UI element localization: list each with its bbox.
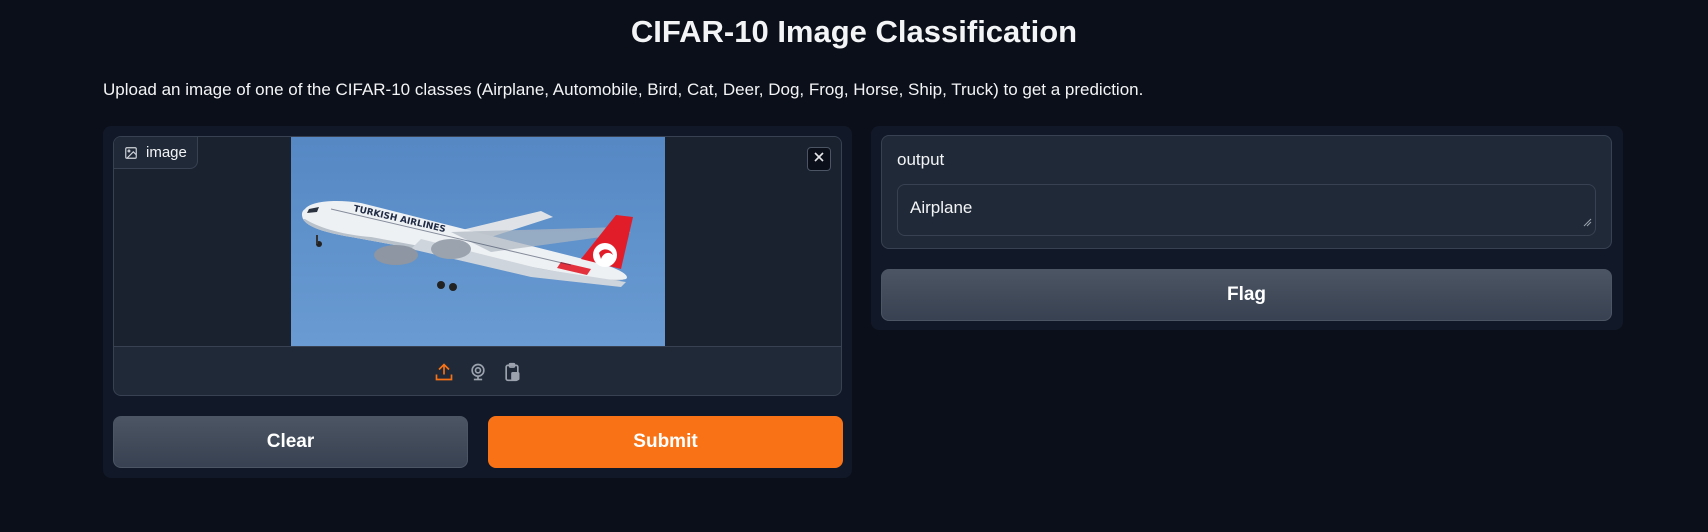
submit-button[interactable]: Submit — [488, 416, 843, 468]
image-input[interactable]: image TURKISH AIRLINES — [113, 136, 842, 396]
image-input-label: image — [114, 137, 198, 169]
resize-handle-icon[interactable] — [1583, 212, 1592, 232]
image-source-selector — [114, 346, 841, 395]
page-title: CIFAR-10 Image Classification — [630, 14, 1078, 49]
webcam-icon[interactable] — [467, 361, 489, 383]
clear-button[interactable]: Clear — [113, 416, 468, 468]
page-description: Upload an image of one of the CIFAR-10 c… — [103, 80, 1144, 99]
uploaded-airplane-image: TURKISH AIRLINES — [291, 137, 665, 346]
output-block: output Airplane — [881, 135, 1612, 249]
input-panel: image TURKISH AIRLINES Clear Submit — [103, 126, 852, 478]
flag-button[interactable]: Flag — [881, 269, 1612, 321]
output-label: output — [897, 150, 945, 169]
image-icon — [124, 146, 138, 160]
output-panel: output Airplane Flag — [871, 126, 1623, 330]
close-icon — [813, 150, 825, 168]
output-value: Airplane — [910, 198, 973, 217]
remove-image-button[interactable] — [807, 147, 831, 171]
output-textbox[interactable]: Airplane — [897, 184, 1596, 236]
image-label-text: image — [146, 144, 187, 161]
upload-icon[interactable] — [433, 361, 455, 383]
image-preview: TURKISH AIRLINES — [114, 137, 841, 346]
clipboard-icon[interactable] — [501, 361, 523, 383]
